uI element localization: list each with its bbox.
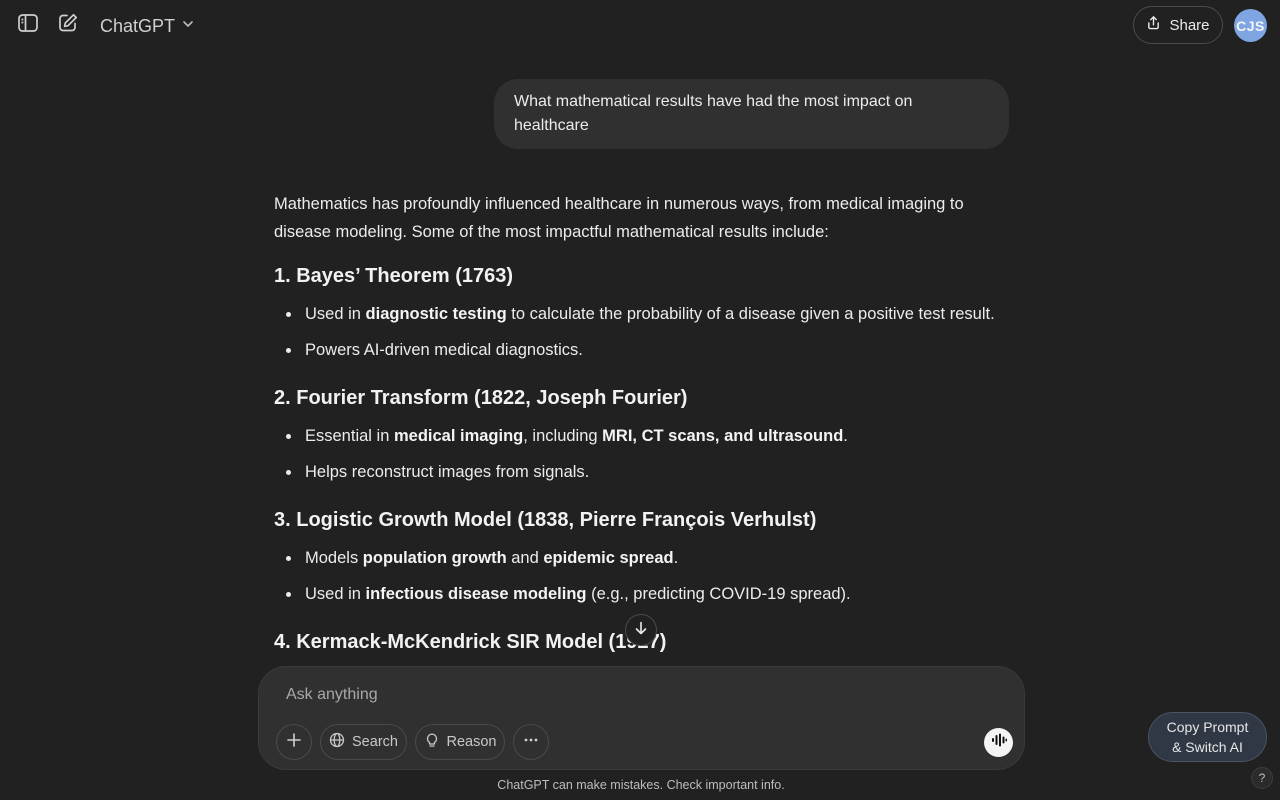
- bullet-list: Essential in medical imaging, including …: [274, 424, 1004, 484]
- assistant-intro: Mathematics has profoundly influenced he…: [274, 195, 964, 241]
- globe-icon: [329, 732, 345, 753]
- attach-button[interactable]: [276, 724, 312, 760]
- bold-text: diagnostic testing: [365, 305, 507, 323]
- bullet-list: Models population growth and epidemic sp…: [274, 546, 1004, 606]
- section-heading: 3. Logistic Growth Model (1838, Pierre F…: [274, 509, 817, 531]
- lightbulb-icon: [424, 732, 440, 753]
- search-label: Search: [352, 734, 398, 750]
- prompt-input[interactable]: [286, 683, 966, 707]
- copy-prompt-switch-ai-button[interactable]: Copy Prompt & Switch AI: [1148, 712, 1267, 762]
- search-button[interactable]: Search: [320, 724, 407, 760]
- more-tools-button[interactable]: [513, 724, 549, 760]
- reason-button[interactable]: Reason: [415, 724, 505, 760]
- text-run: (e.g., predicting COVID-19 spread).: [586, 585, 851, 603]
- new-chat-button[interactable]: [52, 9, 84, 41]
- text-run: .: [673, 549, 679, 567]
- user-message: What mathematical results have had the m…: [494, 79, 1009, 149]
- disclaimer: ChatGPT can make mistakes. Check importa…: [497, 778, 785, 792]
- top-bar: ChatGPT Share CJS: [0, 0, 1280, 52]
- scroll-to-bottom-button[interactable]: [625, 614, 657, 646]
- section-heading: 1. Bayes’ Theorem (1763): [274, 265, 514, 287]
- bullet-item: Used in diagnostic testing to calculate …: [274, 302, 1004, 326]
- bullet-item: Models population growth and epidemic sp…: [274, 546, 1004, 570]
- chevron-down-icon: [181, 17, 195, 36]
- arrow-down-icon: [633, 620, 649, 641]
- text-run: , including: [523, 427, 603, 445]
- text-run: and: [506, 549, 544, 567]
- share-label: Share: [1169, 16, 1210, 34]
- text-run: Essential in: [305, 427, 394, 445]
- text-run: Used in: [305, 585, 366, 603]
- sidebar-icon: [17, 12, 39, 39]
- copy-prompt-label-line2: & Switch AI: [1172, 739, 1243, 755]
- model-name: ChatGPT: [100, 15, 176, 36]
- text-run: Models: [305, 549, 363, 567]
- avatar[interactable]: CJS: [1234, 9, 1267, 42]
- share-icon: [1146, 15, 1161, 35]
- plus-icon: [286, 732, 302, 753]
- text-run: Powers AI-driven medical diagnostics.: [305, 341, 583, 359]
- sidebar-toggle-button[interactable]: [12, 9, 44, 41]
- section-heading: 2. Fourier Transform (1822, Joseph Fouri…: [274, 387, 688, 409]
- bold-text: infectious disease modeling: [365, 585, 587, 603]
- bold-text: population growth: [362, 549, 507, 567]
- text-run: Used in: [305, 305, 366, 323]
- assistant-message: Mathematics has profoundly influenced he…: [274, 190, 1004, 666]
- copy-prompt-label-line1: Copy Prompt: [1166, 719, 1249, 735]
- bullet-item: Powers AI-driven medical diagnostics.: [274, 338, 1004, 362]
- bold-text: medical imaging: [393, 427, 524, 445]
- help-button[interactable]: ?: [1251, 767, 1273, 789]
- text-run: .: [843, 427, 848, 445]
- reason-label: Reason: [446, 734, 497, 750]
- compose-icon: [57, 12, 79, 39]
- bullet-item: Essential in medical imaging, including …: [274, 424, 1004, 448]
- text-run: to calculate the probability of a diseas…: [506, 305, 995, 323]
- model-selector[interactable]: ChatGPT: [92, 8, 203, 44]
- voice-mode-button[interactable]: [984, 728, 1013, 757]
- more-horizontal-icon: [523, 732, 539, 753]
- bullet-item: Helps reconstruct images from signals.: [274, 460, 1004, 484]
- composer: Search Reason: [258, 666, 1025, 770]
- bold-text: MRI, CT scans, and ultrasound: [602, 427, 844, 445]
- voice-waveform-icon: [990, 731, 1008, 754]
- assistant-sections: 1. Bayes’ Theorem (1763) Used in diagnost…: [274, 262, 1004, 656]
- bullet-item: Used in infectious disease modeling (e.g…: [274, 582, 1004, 606]
- share-button[interactable]: Share: [1133, 6, 1223, 44]
- bullet-list: Used in diagnostic testing to calculate …: [274, 302, 1004, 362]
- text-run: Helps reconstruct images from signals.: [305, 463, 590, 481]
- bold-text: epidemic spread: [543, 549, 674, 567]
